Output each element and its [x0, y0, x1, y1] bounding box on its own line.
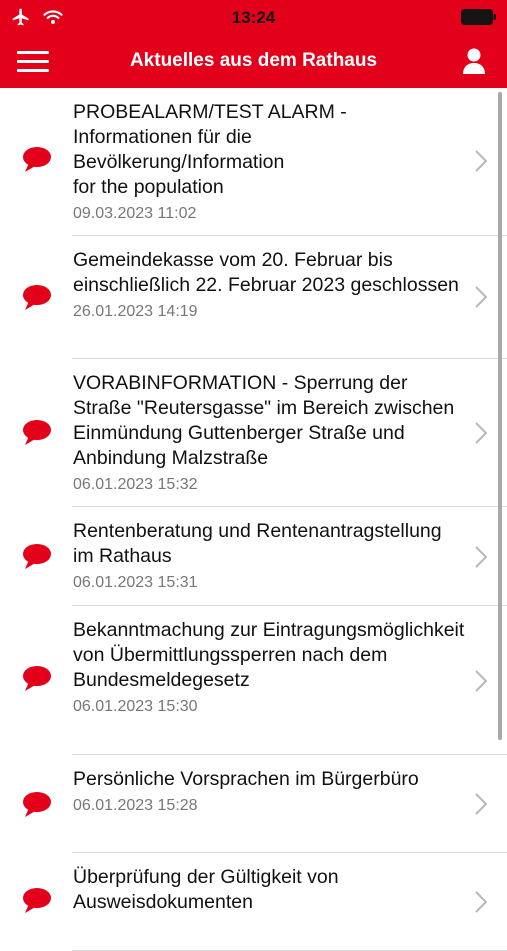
speech-bubble-icon: [23, 147, 51, 172]
status-time: 13:24: [231, 8, 276, 27]
speech-bubble-icon: [23, 792, 51, 817]
status-bar: 13:24: [0, 0, 507, 34]
news-title: PROBEALARM/TEST ALARM - Informationen fü…: [73, 101, 347, 198]
news-item[interactable]: Rentenberatung und Rentenantragstellung …: [23, 507, 507, 606]
battery-icon: [461, 9, 496, 25]
speech-bubble-icon: [23, 285, 51, 310]
news-title: VORABINFORMATION - Sperrung der Straße "…: [73, 372, 455, 469]
news-date: 06.01.2023 15:32: [73, 476, 198, 493]
chevron-right-icon: [475, 670, 487, 692]
news-list: PROBEALARM/TEST ALARM - Informationen fü…: [0, 88, 507, 951]
speech-bubble-icon: [23, 666, 51, 691]
chevron-right-icon: [475, 793, 487, 815]
chevron-right-icon: [475, 546, 487, 568]
news-item[interactable]: Bekanntmachung zur Eintragungsmöglichkei…: [23, 606, 507, 755]
speech-bubble-icon: [23, 420, 51, 445]
news-item[interactable]: PROBEALARM/TEST ALARM - Informationen fü…: [23, 88, 507, 236]
news-title: Bekanntmachung zur Eintragungsmöglichkei…: [73, 619, 465, 691]
news-item[interactable]: Überprüfung der Gültigkeit von Ausweisdo…: [23, 853, 507, 951]
news-item[interactable]: Persönliche Vorsprachen im Bürgerbüro 06…: [23, 755, 507, 853]
chevron-right-icon: [475, 891, 487, 913]
chevron-right-icon: [475, 422, 487, 444]
speech-bubble-icon: [23, 544, 51, 569]
page-title: Aktuelles aus dem Rathaus: [129, 50, 378, 71]
news-title: Gemeindekasse vom 20. Februar bis einsch…: [73, 249, 459, 296]
navigation-bar: Aktuelles aus dem Rathaus: [0, 34, 507, 88]
speech-bubble-icon: [23, 888, 51, 913]
news-item[interactable]: VORABINFORMATION - Sperrung der Straße "…: [23, 359, 507, 507]
user-icon[interactable]: [461, 47, 487, 75]
scrollbar[interactable]: [498, 92, 502, 740]
chevron-right-icon: [475, 150, 487, 172]
news-title: Überprüfung der Gültigkeit von Ausweisdo…: [73, 866, 339, 913]
news-date: 09.03.2023 11:02: [73, 205, 197, 222]
chevron-right-icon: [475, 286, 487, 308]
news-date: 06.01.2023 15:30: [73, 698, 198, 715]
news-title: Persönliche Vorsprachen im Bürgerbüro: [73, 768, 419, 790]
news-date: 26.01.2023 14:19: [73, 303, 198, 320]
news-title: Rentenberatung und Rentenantragstellung …: [73, 520, 442, 567]
news-date: 06.01.2023 15:31: [73, 574, 198, 591]
news-item[interactable]: Gemeindekasse vom 20. Februar bis einsch…: [23, 236, 507, 359]
news-date: 06.01.2023 15:28: [73, 797, 198, 814]
